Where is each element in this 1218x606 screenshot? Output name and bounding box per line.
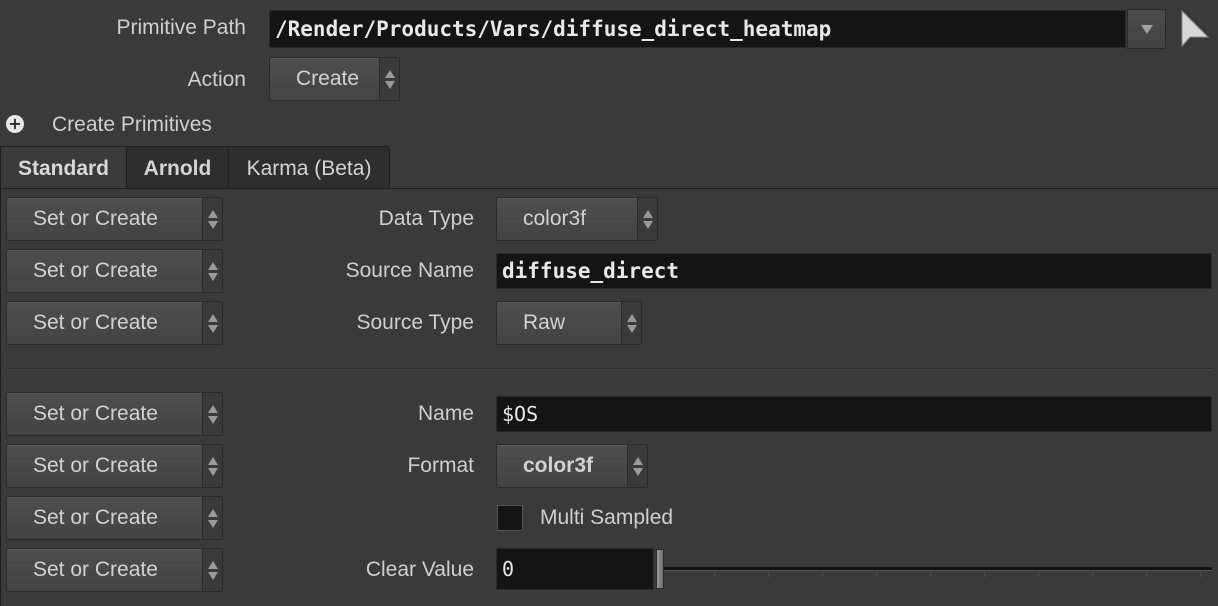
mode-value: Set or Create [33, 259, 158, 282]
mode-value: Set or Create [33, 311, 158, 334]
updown-arrows-icon [202, 393, 222, 435]
source-name-label: Source Name [345, 259, 474, 282]
create-primitives-label[interactable]: Create Primitives [52, 113, 212, 137]
select-arrow-icon[interactable] [1180, 9, 1210, 48]
plus-circle-icon[interactable]: + [6, 115, 24, 133]
action-label: Action [187, 68, 246, 91]
updown-arrows-icon [627, 445, 647, 487]
clear-value-mode-menu[interactable]: Set or Create [6, 548, 223, 592]
tab-standard[interactable]: Standard [0, 146, 127, 189]
clear-value-field[interactable]: 0 [496, 548, 654, 590]
source-type-menu[interactable]: Raw [496, 301, 642, 345]
format-menu[interactable]: color3f [496, 444, 648, 488]
updown-arrows-icon [202, 302, 222, 344]
format-mode-menu[interactable]: Set or Create [6, 444, 223, 488]
tab-arnold[interactable]: Arnold [126, 146, 229, 189]
updown-arrows-icon [621, 302, 641, 344]
source-name-mode-menu[interactable]: Set or Create [6, 249, 223, 293]
name-mode-menu[interactable]: Set or Create [6, 392, 223, 436]
data-type-value: color3f [523, 207, 587, 230]
name-label: Name [417, 402, 474, 425]
chevron-down-icon [1140, 24, 1153, 34]
slider-ticks [660, 571, 1212, 577]
primitive-path-dropdown-button[interactable] [1127, 9, 1166, 49]
data-type-label: Data Type [378, 207, 474, 230]
format-label: Format [407, 454, 474, 477]
primitive-path-label: Primitive Path [116, 16, 246, 39]
tab-karma[interactable]: Karma (Beta) [228, 146, 390, 189]
data-type-mode-menu[interactable]: Set or Create [6, 197, 223, 241]
updown-arrows-icon [202, 445, 222, 487]
clear-value-label: Clear Value [365, 558, 474, 581]
slider-handle[interactable] [656, 549, 664, 589]
updown-arrows-icon [202, 549, 222, 591]
section-separator [6, 368, 1212, 370]
source-type-value: Raw [523, 311, 566, 334]
multi-sampled-checkbox[interactable] [497, 505, 523, 531]
action-value: Create [296, 67, 360, 90]
format-value: color3f [523, 454, 594, 477]
name-field[interactable]: $OS [496, 396, 1212, 432]
updown-arrows-icon [202, 497, 222, 539]
action-menu[interactable]: Create [269, 57, 400, 101]
mode-value: Set or Create [33, 558, 158, 581]
mode-value: Set or Create [33, 454, 158, 477]
source-type-mode-menu[interactable]: Set or Create [6, 301, 223, 345]
mode-value: Set or Create [33, 402, 158, 425]
updown-arrows-icon [637, 198, 657, 240]
updown-arrows-icon [379, 58, 399, 100]
source-type-label: Source Type [356, 311, 474, 334]
mode-value: Set or Create [33, 207, 158, 230]
updown-arrows-icon [202, 198, 222, 240]
primitive-path-field[interactable]: /Render/Products/Vars/diffuse_direct_hea… [269, 10, 1126, 48]
multi-sampled-mode-menu[interactable]: Set or Create [6, 496, 223, 540]
mode-value: Set or Create [33, 506, 158, 529]
data-type-menu[interactable]: color3f [496, 197, 658, 241]
clear-value-slider[interactable] [656, 548, 1212, 590]
source-name-field[interactable]: diffuse_direct [496, 253, 1212, 289]
multi-sampled-label: Multi Sampled [540, 506, 674, 529]
updown-arrows-icon [202, 250, 222, 292]
